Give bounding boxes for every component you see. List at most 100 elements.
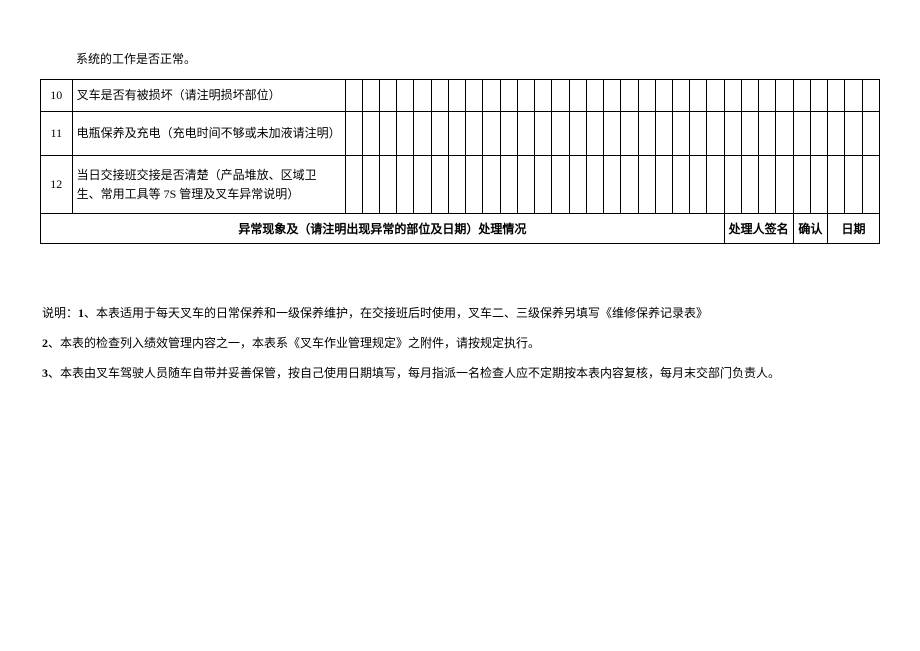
check-cell bbox=[345, 80, 362, 112]
check-cell bbox=[380, 156, 397, 214]
check-cell bbox=[604, 156, 621, 214]
check-cell bbox=[431, 112, 448, 156]
check-cell bbox=[500, 112, 517, 156]
continued-text: 系统的工作是否正常。 bbox=[0, 0, 920, 67]
check-cell bbox=[862, 80, 879, 112]
check-cell bbox=[448, 112, 465, 156]
check-cell bbox=[655, 80, 672, 112]
footer-confirm-label: 确认 bbox=[793, 214, 827, 244]
check-cell bbox=[414, 112, 431, 156]
check-cell bbox=[621, 80, 638, 112]
check-cell bbox=[380, 112, 397, 156]
check-cell bbox=[586, 156, 603, 214]
check-cell bbox=[724, 80, 741, 112]
check-cell bbox=[810, 80, 827, 112]
check-cell bbox=[483, 112, 500, 156]
check-cell bbox=[776, 156, 793, 214]
check-cell bbox=[569, 80, 586, 112]
check-cell bbox=[638, 80, 655, 112]
row-description: 当日交接班交接是否清楚（产品堆放、区域卫生、常用工具等 7S 管理及叉车异常说明… bbox=[72, 156, 345, 214]
note-2: 2、本表的检查列入绩效管理内容之一，本表系《叉车作业管理规定》之附件，请按规定执… bbox=[42, 334, 840, 352]
check-cell bbox=[845, 80, 862, 112]
check-cell bbox=[414, 80, 431, 112]
table-row: 10 叉车是否有被损坏（请注明损坏部位） bbox=[41, 80, 880, 112]
check-cell bbox=[655, 112, 672, 156]
check-cell bbox=[604, 80, 621, 112]
check-cell bbox=[569, 156, 586, 214]
check-cell bbox=[690, 112, 707, 156]
check-cell bbox=[535, 80, 552, 112]
check-cell bbox=[724, 156, 741, 214]
table-row: 12 当日交接班交接是否清楚（产品堆放、区域卫生、常用工具等 7S 管理及叉车异… bbox=[41, 156, 880, 214]
note-prefix: 说明： bbox=[42, 306, 78, 320]
check-cell bbox=[759, 156, 776, 214]
check-cell bbox=[793, 112, 810, 156]
check-cell bbox=[466, 112, 483, 156]
check-cell bbox=[638, 112, 655, 156]
check-cell bbox=[759, 80, 776, 112]
check-cell bbox=[380, 80, 397, 112]
check-cell bbox=[517, 80, 534, 112]
footer-signature-label: 处理人签名 bbox=[724, 214, 793, 244]
check-cell bbox=[828, 80, 845, 112]
check-cell bbox=[707, 112, 724, 156]
check-cell bbox=[776, 112, 793, 156]
check-cell bbox=[655, 156, 672, 214]
check-cell bbox=[431, 156, 448, 214]
check-cell bbox=[707, 80, 724, 112]
note-text: 、本表适用于每天叉车的日常保养和一级保养维护，在交接班后时使用，叉车二、三级保养… bbox=[84, 306, 708, 320]
check-cell bbox=[535, 112, 552, 156]
check-cell bbox=[483, 156, 500, 214]
check-cell bbox=[500, 156, 517, 214]
check-cell bbox=[673, 112, 690, 156]
check-cell bbox=[673, 156, 690, 214]
check-cell bbox=[552, 80, 569, 112]
check-cell bbox=[517, 112, 534, 156]
footer-date-label: 日期 bbox=[828, 214, 880, 244]
note-3: 3、本表由叉车驾驶人员随车自带并妥善保管，按自己使用日期填写，每月指派一名检查人… bbox=[42, 364, 840, 382]
check-cell bbox=[362, 112, 379, 156]
footer-anomaly-label: 异常现象及（请注明出现异常的部位及日期）处理情况 bbox=[41, 214, 725, 244]
check-cell bbox=[810, 112, 827, 156]
note-1: 说明：1、本表适用于每天叉车的日常保养和一级保养维护，在交接班后时使用，叉车二、… bbox=[42, 304, 840, 322]
check-cell bbox=[586, 80, 603, 112]
check-cell bbox=[552, 112, 569, 156]
check-cell bbox=[362, 156, 379, 214]
check-cell bbox=[431, 80, 448, 112]
check-cell bbox=[621, 112, 638, 156]
check-cell bbox=[569, 112, 586, 156]
row-description: 叉车是否有被损坏（请注明损坏部位） bbox=[72, 80, 345, 112]
check-cell bbox=[397, 80, 414, 112]
check-cell bbox=[483, 80, 500, 112]
check-cell bbox=[362, 80, 379, 112]
check-cell bbox=[862, 112, 879, 156]
note-text: 、本表由叉车驾驶人员随车自带并妥善保管，按自己使用日期填写，每月指派一名检查人应… bbox=[48, 366, 780, 380]
row-number: 11 bbox=[41, 112, 73, 156]
check-cell bbox=[793, 156, 810, 214]
check-cell bbox=[621, 156, 638, 214]
check-cell bbox=[707, 156, 724, 214]
check-cell bbox=[448, 156, 465, 214]
check-cell bbox=[845, 156, 862, 214]
note-text: 、本表的检查列入绩效管理内容之一，本表系《叉车作业管理规定》之附件，请按规定执行… bbox=[48, 336, 540, 350]
inspection-table: 10 叉车是否有被损坏（请注明损坏部位） 11 电瓶保养及充电（充电时间不够或未… bbox=[40, 79, 880, 244]
check-cell bbox=[552, 156, 569, 214]
row-number: 10 bbox=[41, 80, 73, 112]
row-number: 12 bbox=[41, 156, 73, 214]
check-cell bbox=[604, 112, 621, 156]
check-cell bbox=[793, 80, 810, 112]
footer-row: 异常现象及（请注明出现异常的部位及日期）处理情况 处理人签名 确认 日期 bbox=[41, 214, 880, 244]
check-cell bbox=[845, 112, 862, 156]
check-cell bbox=[500, 80, 517, 112]
check-cell bbox=[397, 156, 414, 214]
check-cell bbox=[759, 112, 776, 156]
check-cell bbox=[776, 80, 793, 112]
check-cell bbox=[673, 80, 690, 112]
check-cell bbox=[638, 156, 655, 214]
check-cell bbox=[741, 112, 758, 156]
check-cell bbox=[724, 112, 741, 156]
check-cell bbox=[448, 80, 465, 112]
check-cell bbox=[690, 80, 707, 112]
check-cell bbox=[741, 80, 758, 112]
check-cell bbox=[345, 112, 362, 156]
